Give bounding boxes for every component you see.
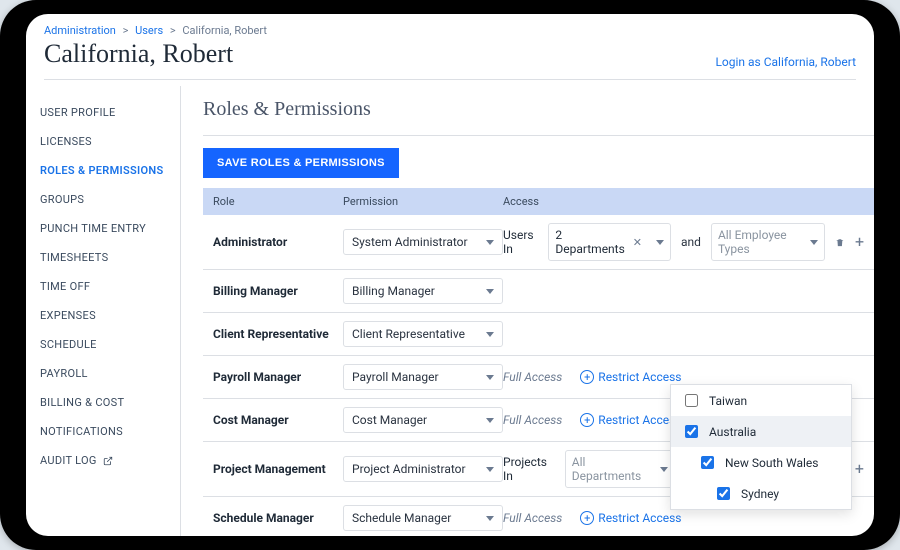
permission-select[interactable]: Payroll Manager xyxy=(343,364,503,390)
chevron-down-icon xyxy=(486,332,494,337)
trash-icon[interactable] xyxy=(835,236,845,249)
sidebar-item-billing-cost[interactable]: BILLING & COST xyxy=(26,388,180,417)
chevron-down-icon xyxy=(486,516,494,521)
section-title: Roles & Permissions xyxy=(203,98,874,121)
full-access-label: Full Access xyxy=(503,370,562,384)
role-label: Cost Manager xyxy=(213,413,343,427)
access-prefix: Projects In xyxy=(503,455,555,483)
checkbox[interactable] xyxy=(701,456,714,469)
role-label: Client Representative xyxy=(213,327,343,341)
topbar: Administration > Users > California, Rob… xyxy=(26,14,874,86)
restrict-access-link[interactable]: +Restrict Access xyxy=(580,413,681,428)
sidebar-item-roles-permissions[interactable]: ROLES & PERMISSIONS xyxy=(26,156,180,185)
role-row-client-representative: Client Representative Client Representat… xyxy=(203,313,874,356)
dropdown-option-australia[interactable]: Australia xyxy=(671,416,851,447)
plus-circle-icon: + xyxy=(580,413,594,427)
external-link-icon xyxy=(103,456,113,466)
permission-select[interactable]: Client Representative xyxy=(343,321,503,347)
departments-select[interactable]: All Departments xyxy=(565,450,676,488)
role-row-billing-manager: Billing Manager Billing Manager xyxy=(203,270,874,313)
employee-types-select[interactable]: All Employee Types xyxy=(711,223,825,261)
chevron-down-icon xyxy=(660,467,668,472)
col-access: Access xyxy=(503,195,864,208)
access-prefix: Users In xyxy=(503,228,538,256)
col-role: Role xyxy=(213,195,343,208)
sidebar-item-expenses[interactable]: EXPENSES xyxy=(26,301,180,330)
save-roles-button[interactable]: SAVE ROLES & PERMISSIONS xyxy=(203,148,399,178)
sidebar-item-groups[interactable]: GROUPS xyxy=(26,185,180,214)
chevron-down-icon xyxy=(486,289,494,294)
checkbox[interactable] xyxy=(685,394,698,407)
page-title: California, Robert xyxy=(44,39,233,69)
crumb-users[interactable]: Users xyxy=(135,24,163,37)
departments-select[interactable]: 2 Departments ✕ xyxy=(548,223,671,261)
chevron-down-icon xyxy=(486,418,494,423)
sidebar-item-time-off[interactable]: TIME OFF xyxy=(26,272,180,301)
restrict-access-link[interactable]: +Restrict Access xyxy=(580,511,681,526)
permission-select[interactable]: Schedule Manager xyxy=(343,505,503,531)
sidebar-item-audit-log[interactable]: AUDIT LOG xyxy=(26,446,180,475)
role-label: Administrator xyxy=(213,235,343,249)
restrict-access-link[interactable]: +Restrict Access xyxy=(580,370,681,385)
full-access-label: Full Access xyxy=(503,511,562,525)
sidebar-item-notifications[interactable]: NOTIFICATIONS xyxy=(26,417,180,446)
chevron-down-icon xyxy=(486,240,494,245)
grid-header: Role Permission Access xyxy=(203,188,874,215)
chevron-down-icon xyxy=(810,240,818,245)
login-as-link[interactable]: Login as California, Robert xyxy=(715,55,856,69)
permission-select[interactable]: System Administrator xyxy=(343,229,503,255)
permission-select[interactable]: Cost Manager xyxy=(343,407,503,433)
crumb-current: California, Robert xyxy=(182,24,267,37)
chevron-down-icon xyxy=(656,240,664,245)
role-label: Schedule Manager xyxy=(213,511,343,525)
plus-circle-icon: + xyxy=(580,511,594,525)
plus-circle-icon: + xyxy=(580,370,594,384)
sidebar-item-label: AUDIT LOG xyxy=(40,454,97,467)
col-permission: Permission xyxy=(343,195,503,208)
role-label: Billing Manager xyxy=(213,284,343,298)
chevron-down-icon xyxy=(486,375,494,380)
checkbox[interactable] xyxy=(717,487,730,500)
sidebar-item-payroll[interactable]: PAYROLL xyxy=(26,359,180,388)
role-label: Payroll Manager xyxy=(213,370,343,384)
and-label: and xyxy=(681,235,701,249)
sidebar-item-schedule[interactable]: SCHEDULE xyxy=(26,330,180,359)
dropdown-option-sydney[interactable]: Sydney xyxy=(671,478,851,509)
sidebar-item-timesheets[interactable]: TIMESHEETS xyxy=(26,243,180,272)
sidebar-item-user-profile[interactable]: USER PROFILE xyxy=(26,98,180,127)
breadcrumb: Administration > Users > California, Rob… xyxy=(44,24,856,37)
add-icon[interactable]: + xyxy=(855,234,864,250)
sidebar: USER PROFILE LICENSES ROLES & PERMISSION… xyxy=(26,86,181,536)
sidebar-item-licenses[interactable]: LICENSES xyxy=(26,127,180,156)
add-icon[interactable]: + xyxy=(855,461,864,477)
permission-select[interactable]: Billing Manager xyxy=(343,278,503,304)
permission-select[interactable]: Project Administrator xyxy=(343,456,503,482)
checkbox[interactable] xyxy=(685,425,698,438)
dropdown-option-nsw[interactable]: New South Wales xyxy=(671,447,851,478)
sidebar-item-punch-time-entry[interactable]: PUNCH TIME ENTRY xyxy=(26,214,180,243)
dropdown-option-taiwan[interactable]: Taiwan xyxy=(671,385,851,416)
clear-icon[interactable]: ✕ xyxy=(631,236,644,249)
chevron-down-icon xyxy=(486,467,494,472)
crumb-administration[interactable]: Administration xyxy=(44,24,116,37)
full-access-label: Full Access xyxy=(503,413,562,427)
main-panel: Roles & Permissions SAVE ROLES & PERMISS… xyxy=(181,86,874,536)
role-row-administrator: Administrator System Administrator Users… xyxy=(203,215,874,270)
location-dropdown[interactable]: Taiwan Australia New South Wales Sy xyxy=(670,384,852,510)
role-label: Project Management xyxy=(213,462,343,476)
